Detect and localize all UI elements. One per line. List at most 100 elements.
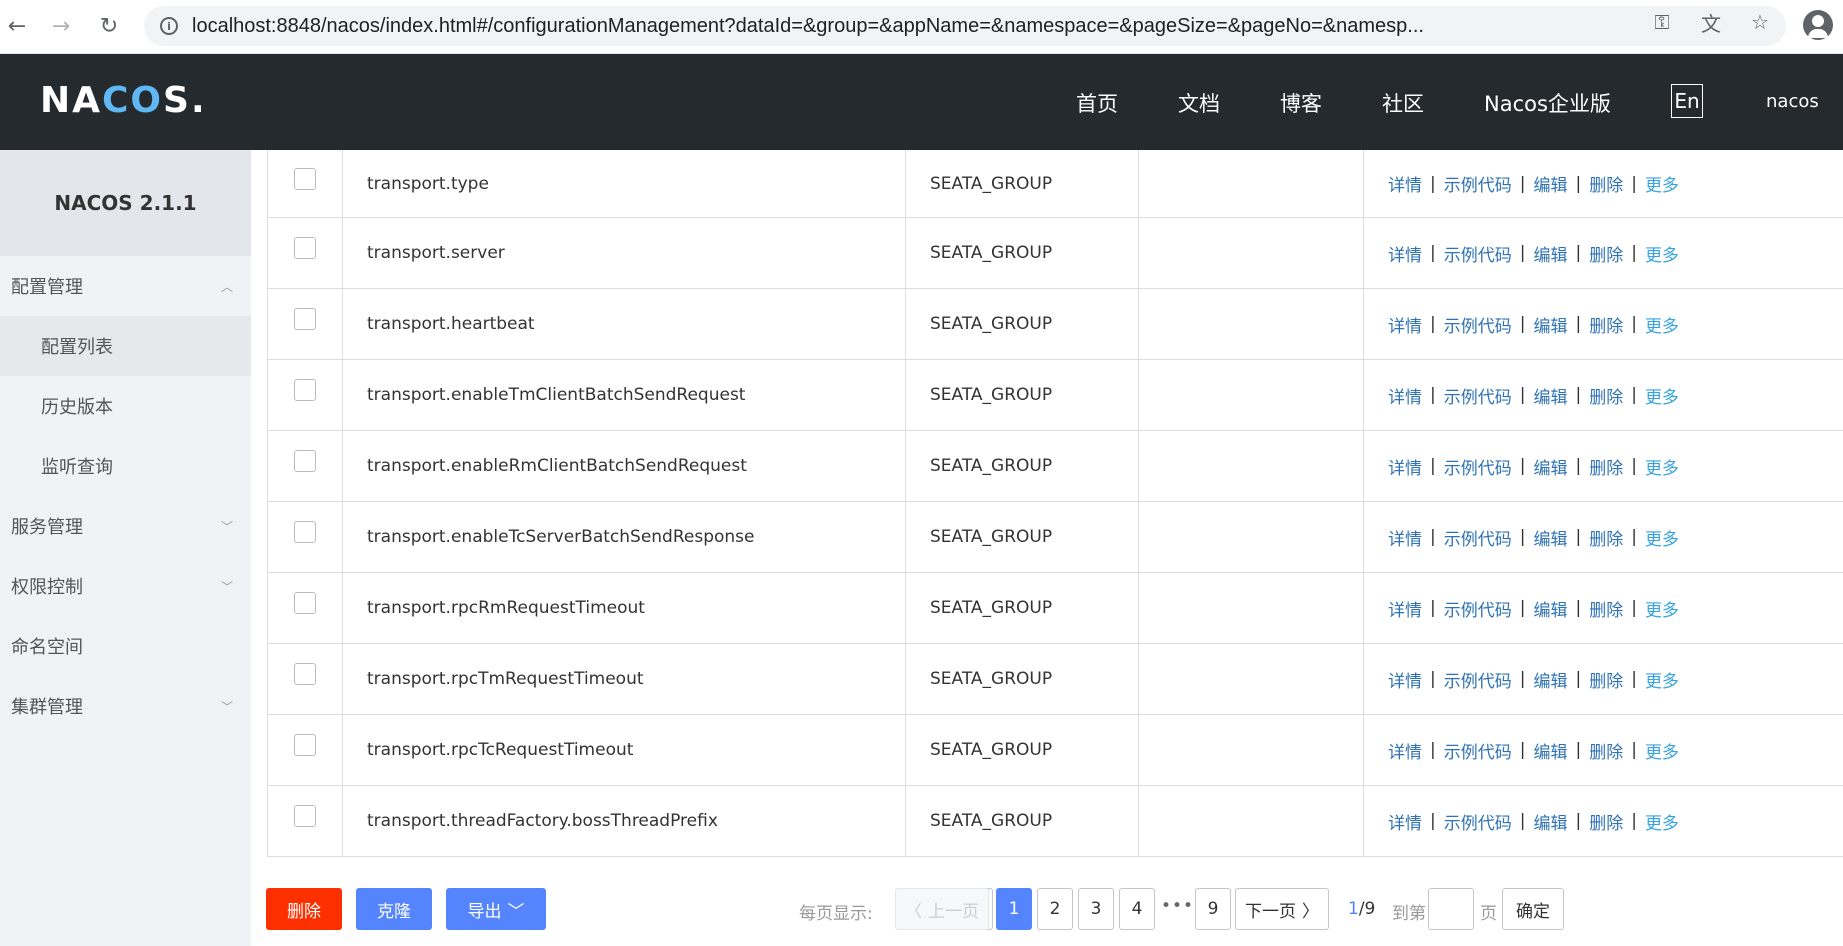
more-link[interactable]: 更多 [1645,738,1679,763]
edit-link[interactable]: 编辑 [1533,383,1567,408]
detail-link[interactable]: 详情 [1388,596,1422,621]
delete-link[interactable]: 删除 [1589,738,1623,763]
row-checkbox[interactable] [294,379,316,401]
nacos-logo[interactable]: NACOS. [40,80,207,121]
export-button[interactable]: 导出 ﹀ [446,888,546,930]
site-info-icon[interactable]: i [160,17,178,35]
row-checkbox[interactable] [294,237,316,259]
sample-code-link[interactable]: 示例代码 [1444,738,1512,763]
detail-link[interactable]: 详情 [1388,809,1422,834]
sample-code-link[interactable]: 示例代码 [1444,667,1512,692]
key-icon[interactable]: ⚿ [1650,10,1674,34]
detail-link[interactable]: 详情 [1388,667,1422,692]
profile-avatar-icon[interactable] [1803,10,1833,40]
delete-link[interactable]: 删除 [1589,596,1623,621]
edit-link[interactable]: 编辑 [1533,241,1567,266]
goto-page-input[interactable] [1428,888,1474,930]
menu-service-management[interactable]: 服务管理 ﹀ [0,496,251,556]
row-checkbox[interactable] [294,521,316,543]
detail-link[interactable]: 详情 [1388,738,1422,763]
row-checkbox[interactable] [294,450,316,472]
delete-link[interactable]: 删除 [1589,241,1623,266]
prev-page-button[interactable]: 〈上一页 [895,888,989,930]
sample-code-link[interactable]: 示例代码 [1444,525,1512,550]
sample-code-link[interactable]: 示例代码 [1444,312,1512,337]
nav-community[interactable]: 社区 [1382,88,1424,118]
sample-code-link[interactable]: 示例代码 [1444,596,1512,621]
page-3-button[interactable]: 3 [1078,888,1114,930]
menu-config-list[interactable]: 配置列表 [0,316,251,376]
menu-cluster-management[interactable]: 集群管理 ﹀ [0,676,251,736]
next-page-button[interactable]: 下一页〉 [1235,888,1329,930]
sample-code-link[interactable]: 示例代码 [1444,171,1512,196]
edit-link[interactable]: 编辑 [1533,809,1567,834]
clone-button[interactable]: 克隆 [356,888,432,930]
batch-delete-button[interactable]: 删除 [266,888,342,930]
row-checkbox[interactable] [294,592,316,614]
edit-link[interactable]: 编辑 [1533,596,1567,621]
detail-link[interactable]: 详情 [1388,525,1422,550]
delete-link[interactable]: 删除 [1589,383,1623,408]
sample-code-link[interactable]: 示例代码 [1444,809,1512,834]
edit-link[interactable]: 编辑 [1533,171,1567,196]
more-link[interactable]: 更多 [1645,312,1679,337]
more-link[interactable]: 更多 [1645,809,1679,834]
delete-link[interactable]: 删除 [1589,525,1623,550]
more-link[interactable]: 更多 [1645,525,1679,550]
delete-link[interactable]: 删除 [1589,454,1623,479]
row-checkbox[interactable] [294,308,316,330]
delete-link[interactable]: 删除 [1589,667,1623,692]
back-arrow-icon[interactable]: ← [0,9,34,43]
row-checkbox[interactable] [294,805,316,827]
sample-code-link[interactable]: 示例代码 [1444,383,1512,408]
detail-link[interactable]: 详情 [1388,171,1422,196]
more-link[interactable]: 更多 [1645,596,1679,621]
detail-link[interactable]: 详情 [1388,454,1422,479]
sample-code-link[interactable]: 示例代码 [1444,241,1512,266]
row-checkbox[interactable] [294,663,316,685]
more-link[interactable]: 更多 [1645,241,1679,266]
bookmark-star-icon[interactable]: ☆ [1748,10,1772,34]
translate-icon[interactable]: 文 [1699,10,1723,36]
data-id: transport.rpcTcRequestTimeout [367,740,634,760]
user-name[interactable]: nacos [1766,91,1819,112]
page-9-button[interactable]: 9 [1195,888,1231,930]
delete-link[interactable]: 删除 [1589,809,1623,834]
edit-link[interactable]: 编辑 [1533,312,1567,337]
language-switch-button[interactable]: En [1671,84,1703,118]
sample-code-link[interactable]: 示例代码 [1444,454,1512,479]
edit-link[interactable]: 编辑 [1533,454,1567,479]
page-2-button[interactable]: 2 [1037,888,1073,930]
detail-link[interactable]: 详情 [1388,241,1422,266]
edit-link[interactable]: 编辑 [1533,525,1567,550]
page-4-button[interactable]: 4 [1119,888,1155,930]
nav-enterprise[interactable]: Nacos企业版 [1484,88,1611,118]
goto-confirm-button[interactable]: 确定 [1502,888,1564,930]
edit-link[interactable]: 编辑 [1533,738,1567,763]
nav-docs[interactable]: 文档 [1178,88,1220,118]
forward-arrow-icon[interactable]: → [44,9,78,43]
detail-link[interactable]: 详情 [1388,383,1422,408]
menu-access-control[interactable]: 权限控制 ﹀ [0,556,251,616]
detail-link[interactable]: 详情 [1388,312,1422,337]
more-link[interactable]: 更多 [1645,454,1679,479]
menu-namespace[interactable]: 命名空间 [0,616,251,676]
delete-link[interactable]: 删除 [1589,171,1623,196]
menu-history-version[interactable]: 历史版本 [0,376,251,436]
more-link[interactable]: 更多 [1645,171,1679,196]
url-text[interactable]: localhost:8848/nacos/index.html#/configu… [192,15,1682,38]
row-checkbox[interactable] [294,734,316,756]
nav-home[interactable]: 首页 [1076,88,1118,118]
row-checkbox[interactable] [294,167,316,190]
delete-link[interactable]: 删除 [1589,312,1623,337]
reload-icon[interactable]: ↻ [92,9,126,43]
menu-config-management[interactable]: 配置管理 ︿ [0,256,251,316]
more-link[interactable]: 更多 [1645,667,1679,692]
data-id: transport.enableTmClientBatchSendRequest [367,385,746,405]
address-bar[interactable]: i localhost:8848/nacos/index.html#/confi… [144,6,1786,46]
page-1-button[interactable]: 1 [996,888,1032,930]
nav-blog[interactable]: 博客 [1280,88,1322,118]
more-link[interactable]: 更多 [1645,383,1679,408]
menu-listener-query[interactable]: 监听查询 [0,436,251,496]
edit-link[interactable]: 编辑 [1533,667,1567,692]
